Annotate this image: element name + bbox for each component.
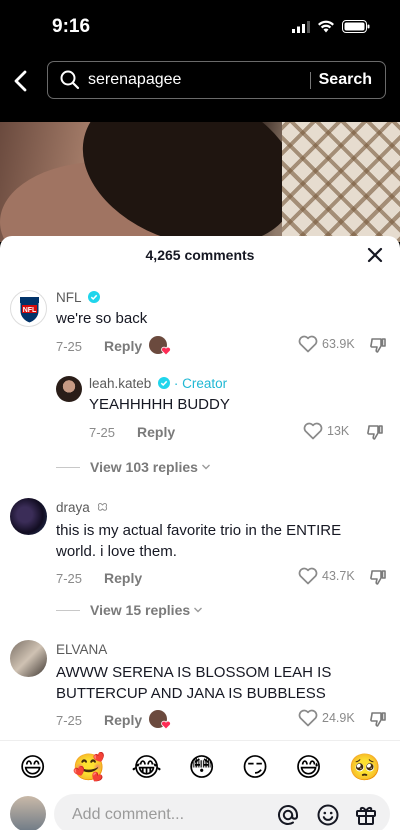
comment-text: YEAHHHHH BUDDY <box>89 396 230 413</box>
comment-username[interactable]: ELVANA <box>56 642 107 657</box>
wifi-icon <box>318 20 334 33</box>
clock: 9:16 <box>52 16 91 37</box>
search-divider <box>310 72 311 89</box>
like-button[interactable]: 63.9K <box>298 335 355 353</box>
avatar[interactable]: NFL <box>10 290 47 327</box>
search-query[interactable]: serenapagee <box>88 71 181 89</box>
divider-line <box>56 466 80 468</box>
comment-date: 7-25 <box>56 570 83 586</box>
heart-outline-icon <box>298 335 318 353</box>
comment-input-bar: Add comment... <box>0 792 400 830</box>
emoji-smiling-hearts[interactable]: 🥰 <box>73 754 105 780</box>
dislike-icon[interactable] <box>369 710 387 728</box>
battery-icon <box>342 20 370 33</box>
search-button[interactable]: Search <box>319 71 372 89</box>
comment-meta: 7-25 Reply <box>56 570 142 586</box>
like-button[interactable]: 43.7K <box>298 567 355 585</box>
chevron-down-icon <box>201 464 210 470</box>
gift-icon[interactable] <box>354 803 378 827</box>
comment-username[interactable]: leah.kateb · Creator <box>89 376 227 391</box>
avatar[interactable] <box>10 640 47 677</box>
heart-outline-icon <box>303 422 323 440</box>
search-input[interactable]: serenapagee Search <box>47 61 386 99</box>
reply-button[interactable]: Reply <box>104 712 142 728</box>
butterfly-icon <box>97 503 107 511</box>
comment-meta: 7-25 Reply <box>56 712 142 728</box>
view-replies-label[interactable]: View 103 replies <box>90 459 198 475</box>
close-icon[interactable] <box>366 246 384 264</box>
divider-line <box>56 609 80 611</box>
username-text[interactable]: ELVANA <box>56 642 107 657</box>
reply-button[interactable]: Reply <box>137 424 175 440</box>
heart-icon <box>161 346 171 356</box>
comment-date: 7-25 <box>56 712 83 728</box>
current-user-avatar[interactable] <box>10 796 46 830</box>
emoji-picker-icon[interactable] <box>316 803 340 827</box>
status-bar: 9:16 <box>0 0 400 58</box>
emoji-smirk[interactable]: 😏 <box>242 754 269 780</box>
signal-icon <box>292 20 310 33</box>
username-text[interactable]: NFL <box>56 290 81 305</box>
view-replies-button[interactable]: View 103 replies <box>56 459 211 475</box>
comment-username[interactable]: NFL <box>56 290 100 305</box>
search-icon <box>60 70 80 90</box>
like-count: 24.9K <box>322 711 355 725</box>
video-preview[interactable] <box>0 122 400 242</box>
search-header: serenapagee Search <box>0 58 400 122</box>
status-icons <box>292 20 370 33</box>
avatar[interactable] <box>10 498 47 535</box>
comment-date: 7-25 <box>56 338 83 354</box>
verified-badge-icon <box>158 377 171 389</box>
comment-meta: 7-25 Reply <box>89 424 175 440</box>
chevron-down-icon <box>194 607 203 613</box>
like-count: 13K <box>327 424 350 438</box>
emoji-tears-of-joy[interactable]: 😂 <box>131 754 161 780</box>
dislike-icon[interactable] <box>369 336 387 354</box>
comment-input[interactable]: Add comment... <box>54 794 390 830</box>
heart-icon <box>161 720 171 730</box>
creator-liked-badge <box>149 336 171 356</box>
nfl-shield-icon: NFL <box>19 296 40 324</box>
heart-outline-icon <box>298 709 318 727</box>
verified-badge-icon <box>87 291 100 303</box>
mention-icon[interactable] <box>276 803 300 827</box>
dislike-icon[interactable] <box>366 423 384 441</box>
username-text[interactable]: leah.kateb <box>89 376 151 391</box>
heart-outline-icon <box>298 567 318 585</box>
view-replies-label[interactable]: View 15 replies <box>90 602 190 618</box>
emoji-flushed[interactable]: 😳 <box>188 754 215 780</box>
avatar[interactable] <box>56 376 82 402</box>
like-button[interactable]: 24.9K <box>298 709 355 727</box>
dislike-icon[interactable] <box>369 568 387 586</box>
view-replies-button[interactable]: View 15 replies <box>56 602 203 618</box>
like-count: 43.7K <box>322 569 355 583</box>
creator-liked-badge <box>149 710 171 730</box>
like-count: 63.9K <box>322 337 355 351</box>
comment-text: AWWW SERENA IS BLOSSOM LEAH IS BUTTERCUP… <box>56 664 332 702</box>
comments-count: 4,265 comments <box>145 247 255 263</box>
emoji-quick-bar: 😄 🥰 😂 😳 😏 😅 🥺 <box>0 740 400 792</box>
reply-button[interactable]: Reply <box>104 338 142 354</box>
comment-date: 7-25 <box>89 424 116 440</box>
emoji-sweat-smile[interactable]: 😅 <box>295 754 322 780</box>
username-text[interactable]: draya <box>56 500 90 515</box>
back-arrow-icon[interactable] <box>10 68 34 94</box>
reply-button[interactable]: Reply <box>104 570 142 586</box>
comment-text: this is my actual favorite trio in the E… <box>56 522 342 560</box>
video-frame-background <box>282 122 400 242</box>
creator-label: · Creator <box>173 376 228 391</box>
comment-username[interactable]: draya <box>56 500 108 515</box>
like-button[interactable]: 13K <box>303 422 349 440</box>
comment-input-placeholder[interactable]: Add comment... <box>72 806 184 824</box>
comment-meta: 7-25 Reply <box>56 338 142 354</box>
emoji-pleading[interactable]: 🥺 <box>348 754 380 780</box>
svg-text:NFL: NFL <box>23 307 37 314</box>
comment-text: we're so back <box>56 310 148 327</box>
emoji-grinning[interactable]: 😄 <box>19 754 46 780</box>
